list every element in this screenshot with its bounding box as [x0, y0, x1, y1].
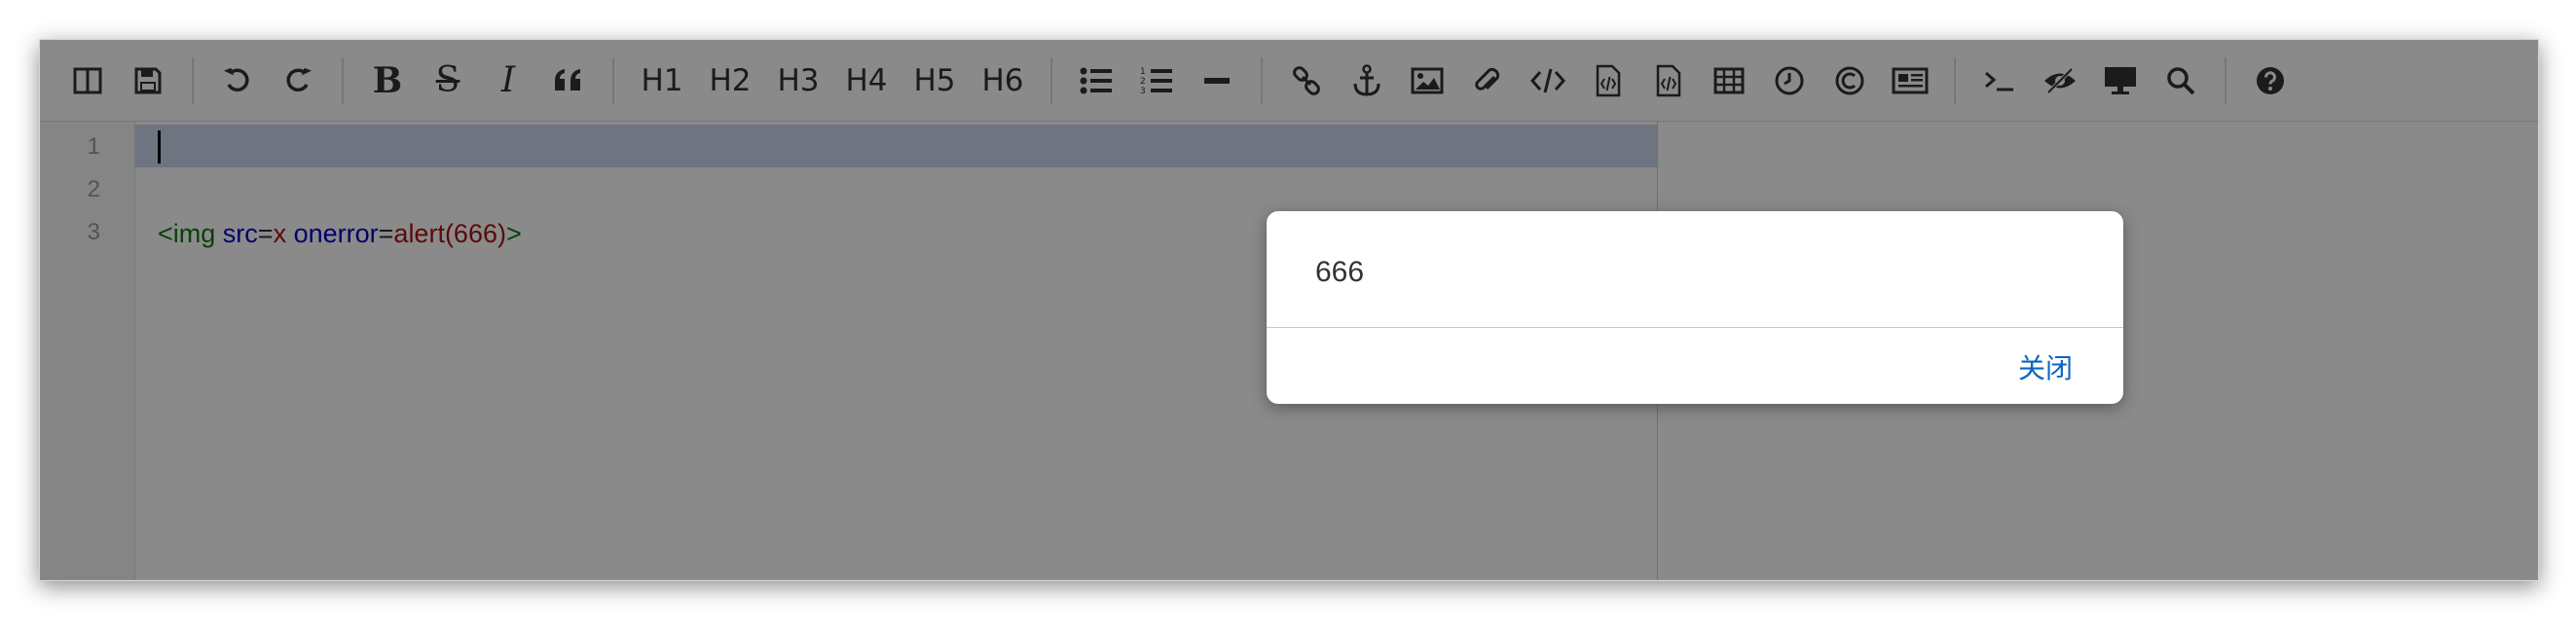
- dialog-divider: [1267, 327, 2123, 328]
- editor-window: B S I H1 H2 H3 H4 H5 H6 123 1 2 3 <img s…: [39, 39, 2539, 581]
- close-button[interactable]: 关闭: [2018, 347, 2073, 386]
- alert-dialog: 666 关闭: [1267, 211, 2123, 404]
- alert-message: 666: [1315, 256, 1365, 288]
